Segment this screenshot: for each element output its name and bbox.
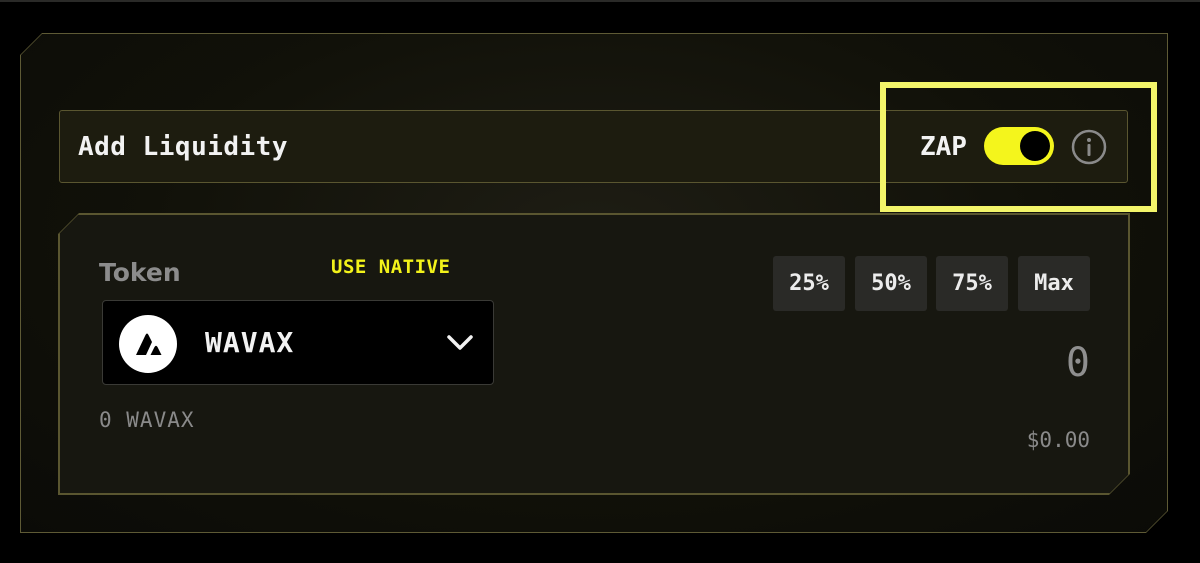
- chevron-down-icon: [445, 331, 475, 353]
- page-title: Add Liquidity: [78, 132, 288, 162]
- token-select[interactable]: WAVAX: [102, 300, 494, 385]
- token-label: Token: [99, 258, 181, 287]
- selected-token-name: WAVAX: [205, 326, 295, 359]
- avalanche-logo-icon: [119, 315, 177, 373]
- token-balance: 0 WAVAX: [99, 408, 195, 432]
- max-button[interactable]: Max: [1018, 256, 1090, 311]
- amount-input[interactable]: 0: [1040, 340, 1090, 386]
- top-divider: [0, 0, 1200, 2]
- zap-highlight-box: [880, 82, 1157, 212]
- percent-50-button[interactable]: 50%: [855, 256, 927, 311]
- use-native-link[interactable]: USE NATIVE: [331, 256, 450, 278]
- usd-value: $0.00: [1026, 428, 1090, 452]
- percent-75-button[interactable]: 75%: [936, 256, 1008, 311]
- percent-25-button[interactable]: 25%: [773, 256, 845, 311]
